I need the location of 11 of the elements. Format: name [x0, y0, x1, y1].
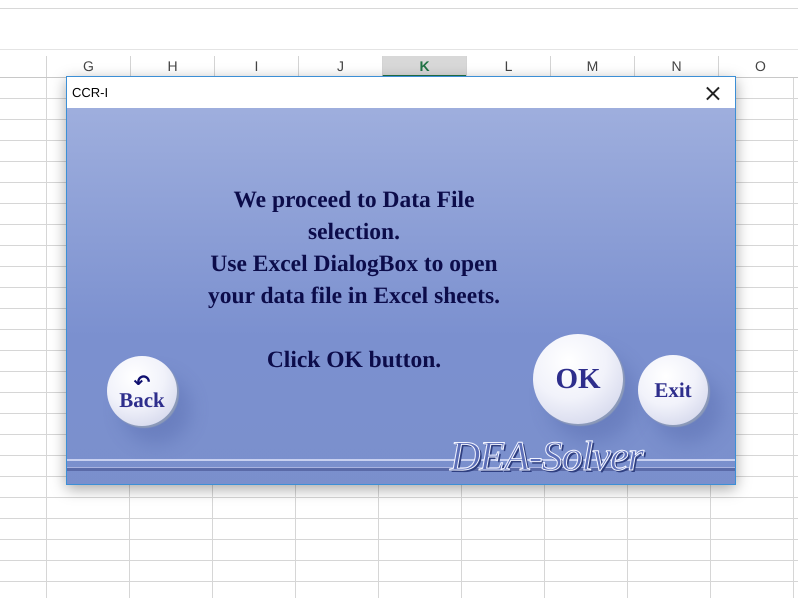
- instruction-text: Click OK button.: [266, 346, 442, 375]
- column-header[interactable]: K: [382, 56, 466, 77]
- message-line: selection.: [308, 218, 400, 247]
- ok-button[interactable]: OK: [533, 334, 623, 424]
- message-line: We proceed to Data File: [233, 186, 475, 215]
- window-title: CCR-I: [72, 85, 108, 100]
- message-line: Use Excel DialogBox to open: [210, 250, 498, 279]
- exit-button[interactable]: Exit: [638, 355, 708, 425]
- back-button[interactable]: ↶ Back: [107, 356, 177, 426]
- close-button[interactable]: ×: [700, 80, 725, 104]
- message-line: your data file in Excel sheets.: [208, 282, 500, 311]
